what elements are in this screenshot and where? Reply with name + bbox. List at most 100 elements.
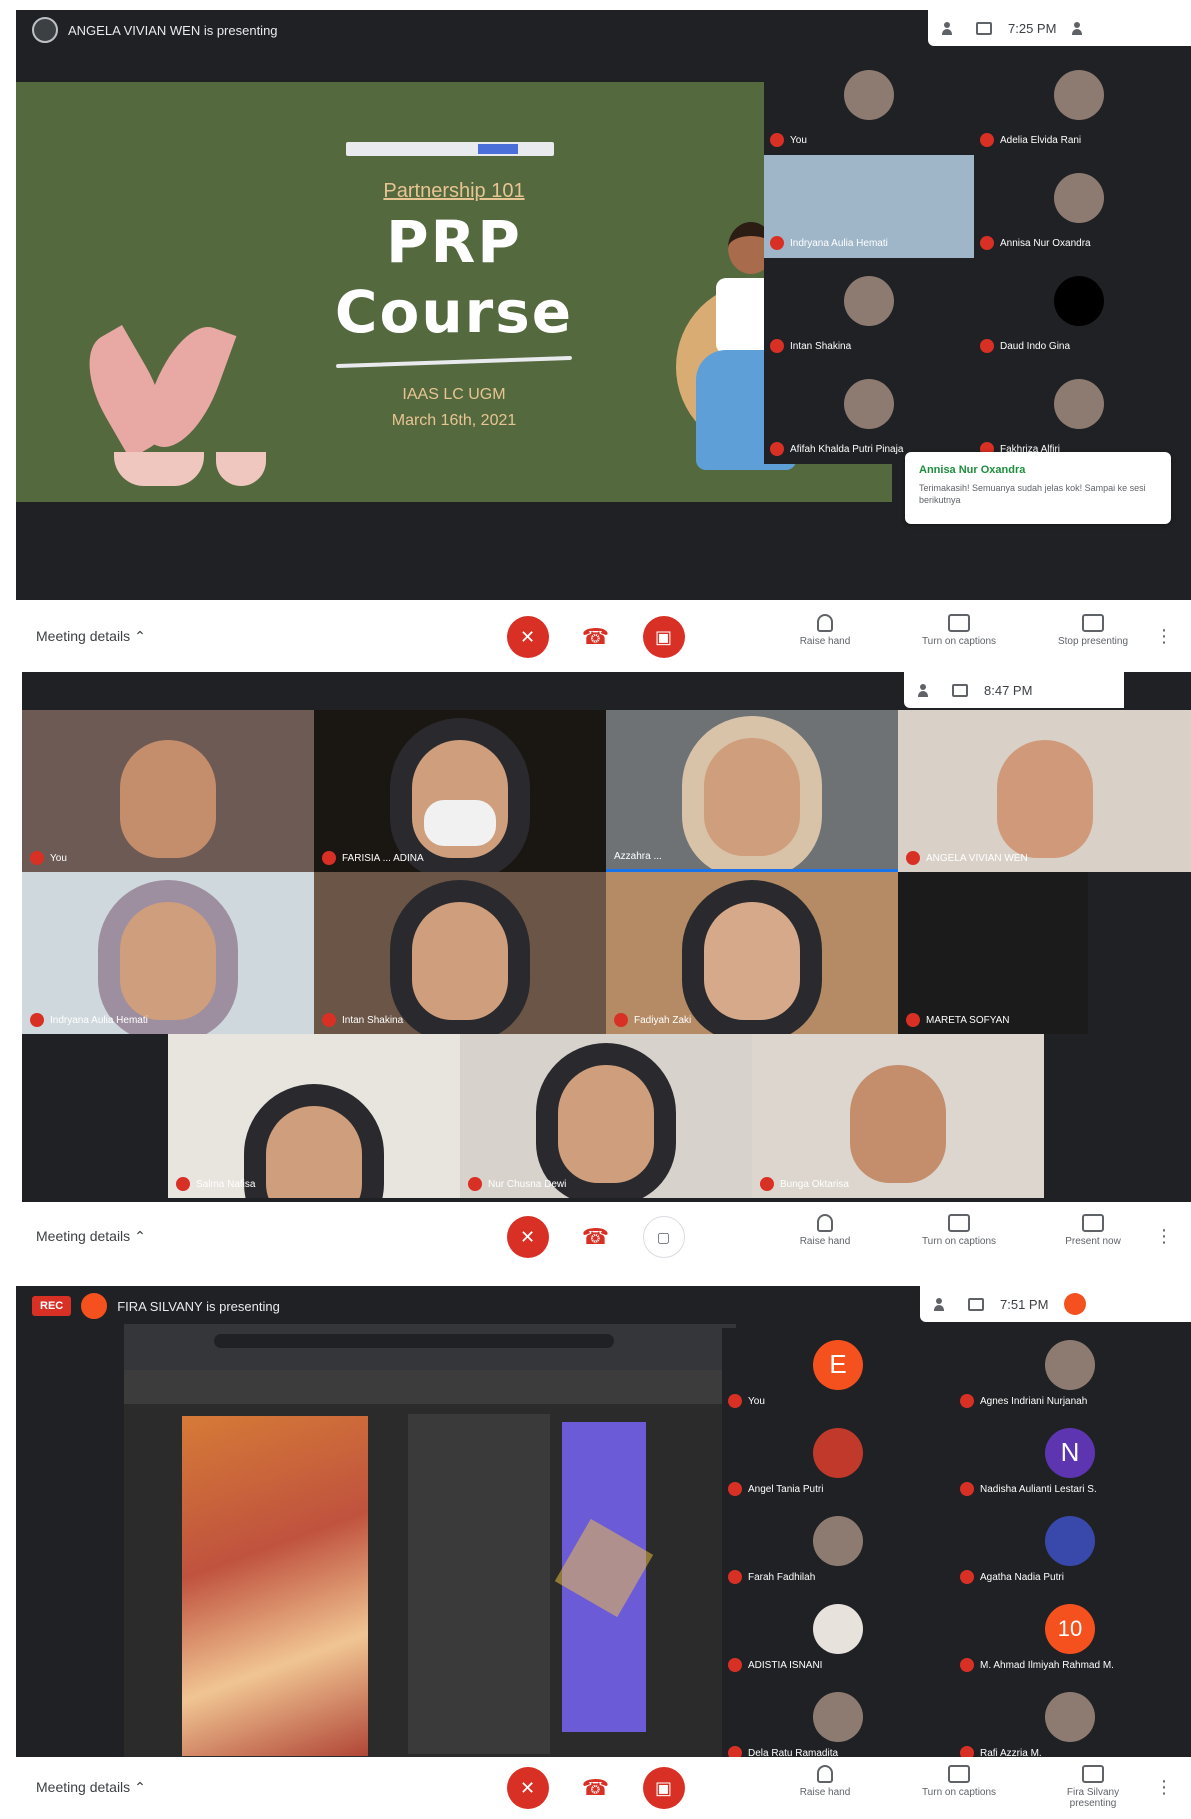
chat-icon[interactable] [976,21,992,35]
participant-video [120,902,216,1021]
mic-off-icon [30,851,44,865]
participant-name: MARETA SOFYAN [926,1014,1010,1026]
chat-icon[interactable] [968,1297,984,1311]
hangup-button[interactable]: ☎ [575,616,617,658]
mic-off-icon [770,133,784,147]
people-icon[interactable] [934,1296,952,1312]
captions-icon [948,1214,970,1232]
participant-tile[interactable]: ANGELA VIVIAN WEN [898,710,1191,872]
slide-searchbar [346,142,554,156]
call-controls: ✕ ☎ ▣ [506,1767,685,1809]
account-icon[interactable] [1072,20,1090,36]
more-options-icon[interactable]: ⋮ [1155,626,1173,647]
mic-off-button[interactable]: ✕ [506,1767,549,1809]
participant-tile[interactable]: Dela Ratu Ramadita [722,1680,954,1768]
participant-name: ANGELA VIVIAN WEN [926,852,1028,864]
meeting-details-button[interactable]: Meeting details ⌃ [36,1779,146,1796]
participant-tile[interactable]: N Nadisha Aulianti Lestari S. [954,1416,1186,1504]
participant-tile[interactable]: Agnes Indriani Nurjanah [954,1328,1186,1416]
participant-tile[interactable]: Adelia Elvida Rani [974,52,1184,155]
meeting-details-button[interactable]: Meeting details ⌃ [36,1228,146,1245]
participant-tile[interactable]: Nur Chusna Dewi [460,1034,752,1198]
participant-name: Annisa Nur Oxandra [1000,237,1091,249]
captions-button[interactable]: Turn on captions [909,614,1009,647]
meeting-details-button[interactable]: Meeting details ⌃ [36,628,146,645]
participant-tile[interactable]: Angel Tania Putri [722,1416,954,1504]
avatar [844,276,894,327]
chat-notification[interactable]: Annisa Nur Oxandra Terimakasih! Semuanya… [905,452,1171,524]
hand-icon [817,1214,833,1232]
participant-tile[interactable]: FARISIA ... ADINA [314,710,606,872]
avatar [1045,1339,1095,1390]
participant-tile[interactable]: Bunga Oktarisa [752,1034,1044,1198]
participant-tile[interactable]: ADISTIA ISNANI [722,1592,954,1680]
participant-tile[interactable]: You [764,52,974,155]
participant-tile[interactable]: Farah Fadhilah [722,1504,954,1592]
participant-tile[interactable]: Daud Indo Gina [974,258,1184,361]
presenting-label: FIRA SILVANY is presenting [117,1298,280,1314]
participant-tile[interactable]: 10 M. Ahmad Ilmiyah Rahmad M. [954,1592,1186,1680]
captions-button[interactable]: Turn on captions [909,1765,1009,1809]
participant-video [704,738,800,857]
participant-tile[interactable]: Indryana Aulia Hemati [22,872,314,1034]
participant-tile[interactable]: Intan Shakina [314,872,606,1034]
participant-name: Nadisha Aulianti Lestari S. [980,1483,1097,1495]
mic-off-icon [614,1013,628,1027]
captions-button[interactable]: Turn on captions [909,1214,1009,1247]
raise-hand-button[interactable]: Raise hand [775,614,875,647]
mic-off-button[interactable]: ✕ [506,616,549,658]
present-button[interactable]: Fira Silvany presenting [1043,1765,1143,1809]
participant-tile[interactable]: E You [722,1328,954,1416]
hand-icon [817,1765,833,1783]
camera-off-button[interactable]: ▣ [642,1767,685,1809]
people-icon[interactable] [942,20,960,36]
people-icon[interactable] [918,682,936,698]
present-button[interactable]: Stop presenting [1043,614,1143,647]
hangup-button[interactable]: ☎ [575,1216,617,1258]
participant-name: FARISIA ... ADINA [342,852,424,864]
clock: 7:25 PM [1008,20,1057,36]
participant-tile[interactable]: Afifah Khalda Putri Pinaja [764,361,974,464]
avatar: E [813,1339,863,1390]
meeting-actions: Raise hand Turn on captions Stop present… [775,614,1143,647]
account-icon[interactable] [1064,1293,1087,1315]
browser-chrome [124,1324,736,1370]
participant-tile[interactable]: Salma Nafisa [168,1034,460,1198]
participant-tile[interactable]: Fadiyah Zaki [606,872,898,1034]
camera-button[interactable]: ▢ [642,1216,685,1258]
avatar [813,1427,863,1478]
participant-tile[interactable]: Intan Shakina [764,258,974,361]
hangup-button[interactable]: ☎ [575,1767,617,1809]
raise-hand-button[interactable]: Raise hand [775,1765,875,1809]
present-button[interactable]: Present now [1043,1214,1143,1247]
participant-tile[interactable]: Indryana Aulia Hemati [764,155,974,258]
control-bar: Meeting details ⌃ ✕ ☎ ▣ Raise hand Turn … [0,1757,1191,1819]
mic-off-button[interactable]: ✕ [506,1216,549,1258]
participant-tile[interactable]: Rafi Azzria M. [954,1680,1186,1768]
participant-name: Bunga Oktarisa [780,1178,849,1190]
avatar [813,1603,863,1654]
top-status-chip: 7:51 PM [920,1286,1191,1322]
control-bar: Meeting details ⌃ ✕ ☎ ▣ Raise hand Turn … [0,606,1191,668]
chat-notification-sender: Annisa Nur Oxandra [919,464,1026,476]
participant-tile[interactable]: MARETA SOFYAN [898,872,1088,1034]
participant-video [558,1065,654,1184]
avatar [844,379,894,430]
chat-icon[interactable] [952,683,968,697]
clock: 7:51 PM [1000,1296,1049,1312]
presentation-slide: Partnership 101 PRP Course IAAS LC UGM M… [16,82,892,502]
meet-screenshot-3: REC FIRA SILVANY is presenting E You Agne… [0,1286,1191,1819]
poster-canvas [182,1416,368,1756]
avatar [1054,173,1104,224]
participant-tile[interactable]: Fakhriza Alfiri [974,361,1184,464]
participant-tile[interactable]: Agatha Nadia Putri [954,1504,1186,1592]
camera-off-button[interactable]: ▣ [642,616,685,658]
more-options-icon[interactable]: ⋮ [1155,1777,1173,1798]
participant-name: Azzahra ... [614,851,662,862]
participant-tile[interactable]: Azzahra ... [606,710,898,872]
participant-tile[interactable]: You [22,710,314,872]
mic-off-icon [728,1658,742,1672]
participant-tile[interactable]: Annisa Nur Oxandra [974,155,1184,258]
raise-hand-button[interactable]: Raise hand [775,1214,875,1247]
more-options-icon[interactable]: ⋮ [1155,1226,1173,1247]
